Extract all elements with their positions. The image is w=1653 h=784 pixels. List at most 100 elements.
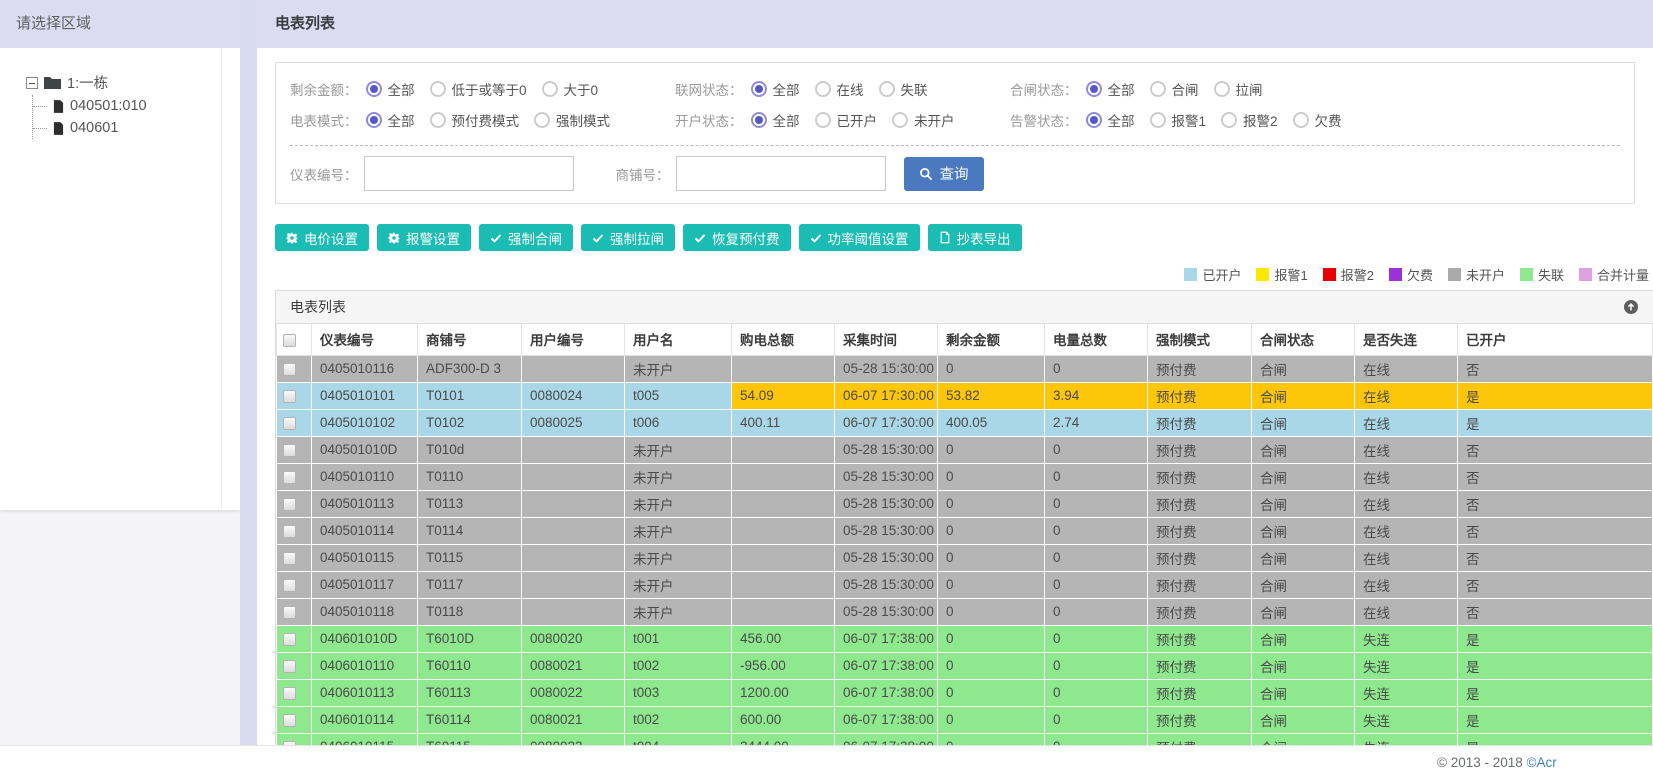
radio-button[interactable] bbox=[365, 111, 382, 128]
table-cell: 在线 bbox=[1354, 354, 1458, 383]
table-cell: 合闸 bbox=[1251, 354, 1355, 383]
radio-button[interactable] bbox=[814, 111, 831, 128]
radio-button[interactable] bbox=[750, 80, 767, 97]
table-cell: 未开户 bbox=[624, 435, 732, 464]
radio-option[interactable]: 全部 bbox=[750, 79, 800, 99]
table-cell bbox=[521, 597, 625, 626]
table-cell bbox=[731, 462, 835, 491]
radio-option[interactable]: 低于或等于0 bbox=[429, 79, 527, 99]
action-button[interactable]: 电价设置 bbox=[275, 224, 369, 251]
radio-button[interactable] bbox=[1149, 80, 1166, 97]
meter-no-input[interactable] bbox=[363, 156, 574, 191]
action-button[interactable]: 功率阈值设置 bbox=[798, 224, 920, 251]
row-checkbox[interactable] bbox=[283, 686, 296, 700]
radio-button[interactable] bbox=[1292, 111, 1309, 128]
table-cell: 3.94 bbox=[1044, 381, 1148, 410]
row-checkbox[interactable] bbox=[283, 362, 296, 376]
filter-group: 电表模式： 全部 预付费模式 强制模式 bbox=[290, 106, 675, 133]
radio-option[interactable]: 大于0 bbox=[541, 79, 598, 99]
tree-collapse-icon[interactable] bbox=[26, 76, 38, 89]
row-checkbox[interactable] bbox=[283, 416, 296, 430]
radio-option[interactable]: 拉闸 bbox=[1213, 79, 1263, 99]
radio-button[interactable] bbox=[429, 111, 446, 128]
copyright-link[interactable]: ©Acr bbox=[1527, 755, 1557, 770]
radio-option[interactable]: 全部 bbox=[365, 79, 415, 99]
legend-label: 报警1 bbox=[1274, 268, 1308, 283]
row-checkbox[interactable] bbox=[283, 443, 296, 457]
table-cell: T60115 bbox=[417, 732, 522, 745]
row-checkbox[interactable] bbox=[283, 632, 296, 646]
radio-button[interactable] bbox=[750, 111, 767, 128]
radio-option[interactable]: 在线 bbox=[814, 79, 864, 99]
row-checkbox[interactable] bbox=[283, 659, 296, 673]
tree-root-node[interactable]: 1:一栋 bbox=[26, 72, 240, 93]
filter-group: 联网状态： 全部 在线 失联 bbox=[675, 75, 1010, 102]
row-checkbox[interactable] bbox=[283, 497, 296, 511]
radio-button[interactable] bbox=[1085, 111, 1102, 128]
row-checkbox[interactable] bbox=[283, 470, 296, 484]
action-button[interactable]: 强制合闸 bbox=[479, 224, 573, 251]
radio-button[interactable] bbox=[534, 111, 550, 128]
row-checkbox[interactable] bbox=[283, 551, 296, 565]
table-cell: 否 bbox=[1457, 462, 1653, 491]
action-button[interactable]: 报警设置 bbox=[377, 224, 471, 251]
query-button-label: 查询 bbox=[939, 167, 969, 183]
column-header: 合闸状态 bbox=[1251, 324, 1355, 356]
radio-option[interactable]: 报警1 bbox=[1149, 110, 1206, 130]
radio-button[interactable] bbox=[1213, 80, 1230, 97]
action-button[interactable]: 强制拉闸 bbox=[581, 224, 675, 251]
table-cell: 0080025 bbox=[521, 408, 625, 437]
table-cell: 预付费 bbox=[1147, 516, 1252, 545]
row-checkbox[interactable] bbox=[283, 713, 296, 727]
table-cell: 06-07 17:38:00 bbox=[834, 732, 938, 745]
tree-connector bbox=[33, 105, 47, 107]
query-button[interactable]: 查询 bbox=[903, 156, 984, 191]
radio-button[interactable] bbox=[892, 111, 908, 128]
table-cell: 05-28 15:30:00 bbox=[834, 489, 938, 518]
radio-button[interactable] bbox=[365, 80, 382, 97]
action-button[interactable]: 恢复预付费 bbox=[683, 224, 791, 251]
radio-option[interactable]: 强制模式 bbox=[534, 110, 610, 130]
radio-button[interactable] bbox=[1221, 111, 1238, 128]
radio-option[interactable]: 未开户 bbox=[892, 110, 955, 130]
collapse-up-icon[interactable] bbox=[1623, 299, 1639, 315]
legend-swatch bbox=[1256, 268, 1270, 281]
row-checkbox[interactable] bbox=[283, 605, 296, 619]
radio-button[interactable] bbox=[1085, 80, 1102, 97]
table-cell: 06-07 17:38:00 bbox=[834, 705, 938, 734]
app-window: 请选择区域 1:一栋 040501:010 040601 电表列表 剩余金额： 全部… bbox=[0, 0, 1653, 784]
tree-child-node[interactable]: 040601 bbox=[33, 117, 240, 139]
table-body: 0405010116 ADF300-D 3 未开户 05-28 15:30:00 0 0 预… bbox=[276, 354, 1653, 745]
tree-child-node[interactable]: 040501:010 bbox=[33, 95, 240, 117]
action-button[interactable]: 抄表导出 bbox=[927, 224, 1022, 251]
radio-option[interactable]: 已开户 bbox=[814, 110, 877, 130]
radio-button[interactable] bbox=[541, 80, 558, 97]
select-all-checkbox[interactable] bbox=[283, 333, 296, 347]
radio-button[interactable] bbox=[429, 80, 446, 97]
table-cell bbox=[521, 516, 625, 545]
radio-option[interactable]: 全部 bbox=[365, 110, 415, 130]
filter-group: 告警状态： 全部 报警1 报警2 欠费 bbox=[1010, 106, 1622, 133]
radio-option[interactable]: 全部 bbox=[1085, 110, 1135, 130]
row-checkbox[interactable] bbox=[283, 524, 296, 538]
row-checkbox[interactable] bbox=[283, 389, 296, 403]
radio-button[interactable] bbox=[1149, 111, 1166, 128]
radio-option[interactable]: 失联 bbox=[878, 79, 928, 99]
radio-button[interactable] bbox=[814, 80, 831, 97]
radio-option[interactable]: 预付费模式 bbox=[429, 110, 519, 130]
tree-root-label: 1:一栋 bbox=[67, 76, 109, 92]
action-button-label: 强制拉闸 bbox=[610, 231, 664, 247]
table-cell: 在线 bbox=[1354, 462, 1458, 491]
radio-option[interactable]: 全部 bbox=[750, 110, 800, 130]
row-checkbox[interactable] bbox=[283, 578, 296, 592]
table-cell: 0080023 bbox=[521, 732, 625, 745]
table-cell: 05-28 15:30:00 bbox=[834, 516, 938, 545]
radio-button[interactable] bbox=[878, 80, 895, 97]
shop-no-input[interactable] bbox=[675, 156, 886, 191]
table-cell: 是 bbox=[1457, 732, 1653, 745]
radio-option[interactable]: 合闸 bbox=[1149, 79, 1199, 99]
radio-option[interactable]: 欠费 bbox=[1292, 110, 1342, 130]
radio-option[interactable]: 全部 bbox=[1085, 79, 1135, 99]
table-cell: 预付费 bbox=[1147, 408, 1252, 437]
radio-option[interactable]: 报警2 bbox=[1221, 110, 1278, 130]
